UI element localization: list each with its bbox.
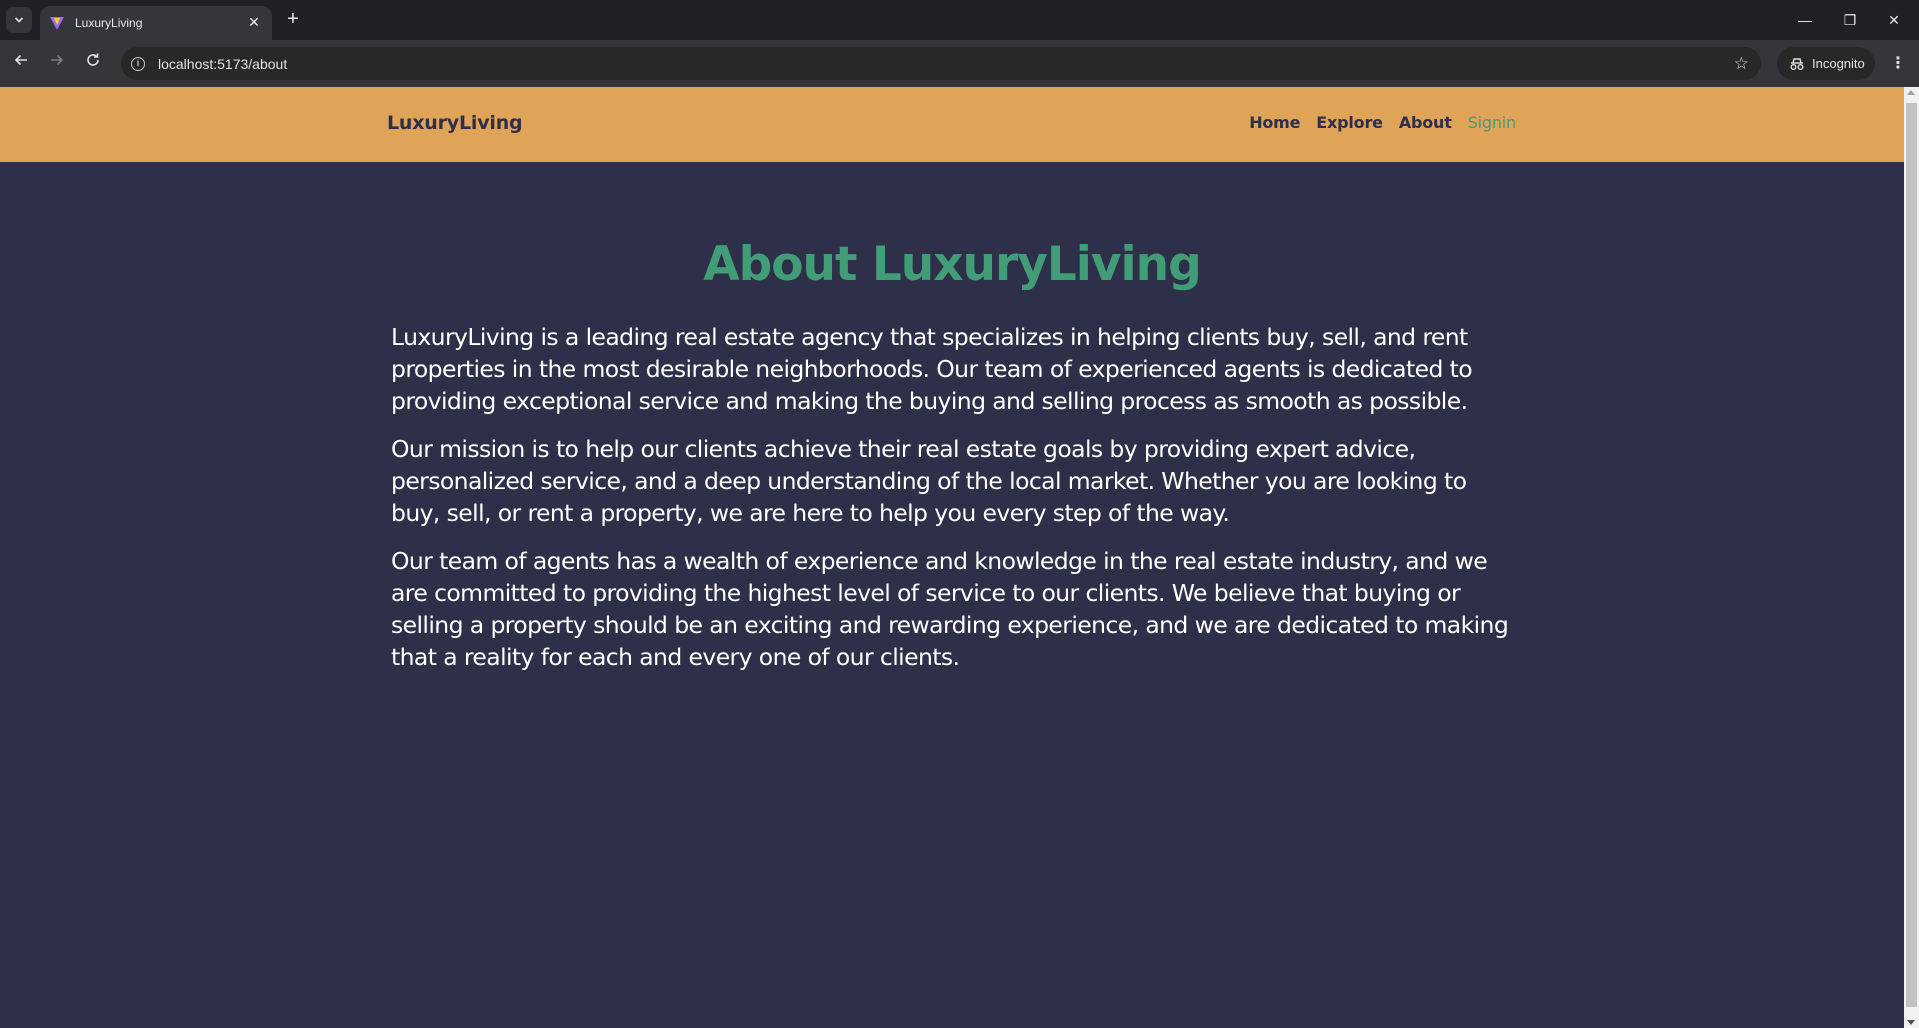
info-icon[interactable]: i	[131, 56, 145, 71]
page-scrollbar[interactable]	[1904, 87, 1919, 1028]
nav-explore[interactable]: Explore	[1316, 113, 1383, 132]
star-icon[interactable]: ☆	[1734, 54, 1749, 74]
page-title: About LuxuryLiving	[703, 237, 1202, 292]
incognito-icon	[1790, 57, 1804, 70]
restore-button[interactable]: ❐	[1838, 8, 1862, 32]
arrow-left-icon	[14, 54, 27, 66]
address-bar[interactable]: i localhost:5173/about ☆	[121, 47, 1761, 80]
site-header: LuxuryLiving Home Explore About Signin	[0, 87, 1904, 162]
chevron-down-icon	[14, 17, 24, 23]
brand-logo[interactable]: LuxuryLiving	[387, 112, 523, 134]
browser-tab[interactable]: LuxuryLiving ✕	[40, 6, 272, 40]
scroll-up-icon[interactable]	[1907, 90, 1915, 95]
browser-toolbar: i localhost:5173/about ☆ Incognito ⋮	[0, 40, 1919, 87]
tab-title: LuxuryLiving	[75, 16, 143, 30]
forward-button[interactable]	[45, 51, 69, 75]
about-paragraph: Our mission is to help our clients achie…	[391, 435, 1467, 527]
close-window-button[interactable]: ✕	[1882, 8, 1906, 32]
reload-icon	[87, 53, 99, 66]
scroll-down-icon[interactable]	[1907, 1020, 1915, 1025]
vite-favicon-icon	[50, 17, 64, 30]
incognito-label: Incognito	[1812, 56, 1865, 71]
back-button[interactable]	[9, 51, 33, 75]
minimize-button[interactable]: —	[1793, 8, 1817, 32]
scrollbar-thumb[interactable]	[1906, 103, 1917, 1007]
url-text[interactable]: localhost:5173/about	[158, 56, 1734, 72]
nav-home[interactable]: Home	[1249, 113, 1300, 132]
browser-tabstrip: LuxuryLiving ✕ + — ❐ ✕	[0, 0, 1919, 40]
page-viewport: LuxuryLiving Home Explore About Signin A…	[0, 87, 1904, 1028]
tab-search-button[interactable]	[6, 7, 32, 33]
incognito-indicator[interactable]: Incognito	[1777, 47, 1875, 80]
tab-close-icon[interactable]: ✕	[246, 15, 262, 31]
new-tab-button[interactable]: +	[282, 9, 304, 31]
about-content: LuxuryLiving is a leading real estate ag…	[391, 321, 1513, 689]
main-nav: Home Explore About Signin	[1249, 113, 1516, 132]
reload-button[interactable]	[81, 51, 105, 75]
nav-about[interactable]: About	[1399, 113, 1452, 132]
arrow-right-icon	[51, 54, 64, 66]
about-paragraph: LuxuryLiving is a leading real estate ag…	[391, 323, 1473, 415]
nav-signin[interactable]: Signin	[1468, 113, 1516, 132]
about-paragraph: Our team of agents has a wealth of exper…	[391, 547, 1509, 671]
kebab-menu-icon[interactable]: ⋮	[1886, 51, 1910, 75]
